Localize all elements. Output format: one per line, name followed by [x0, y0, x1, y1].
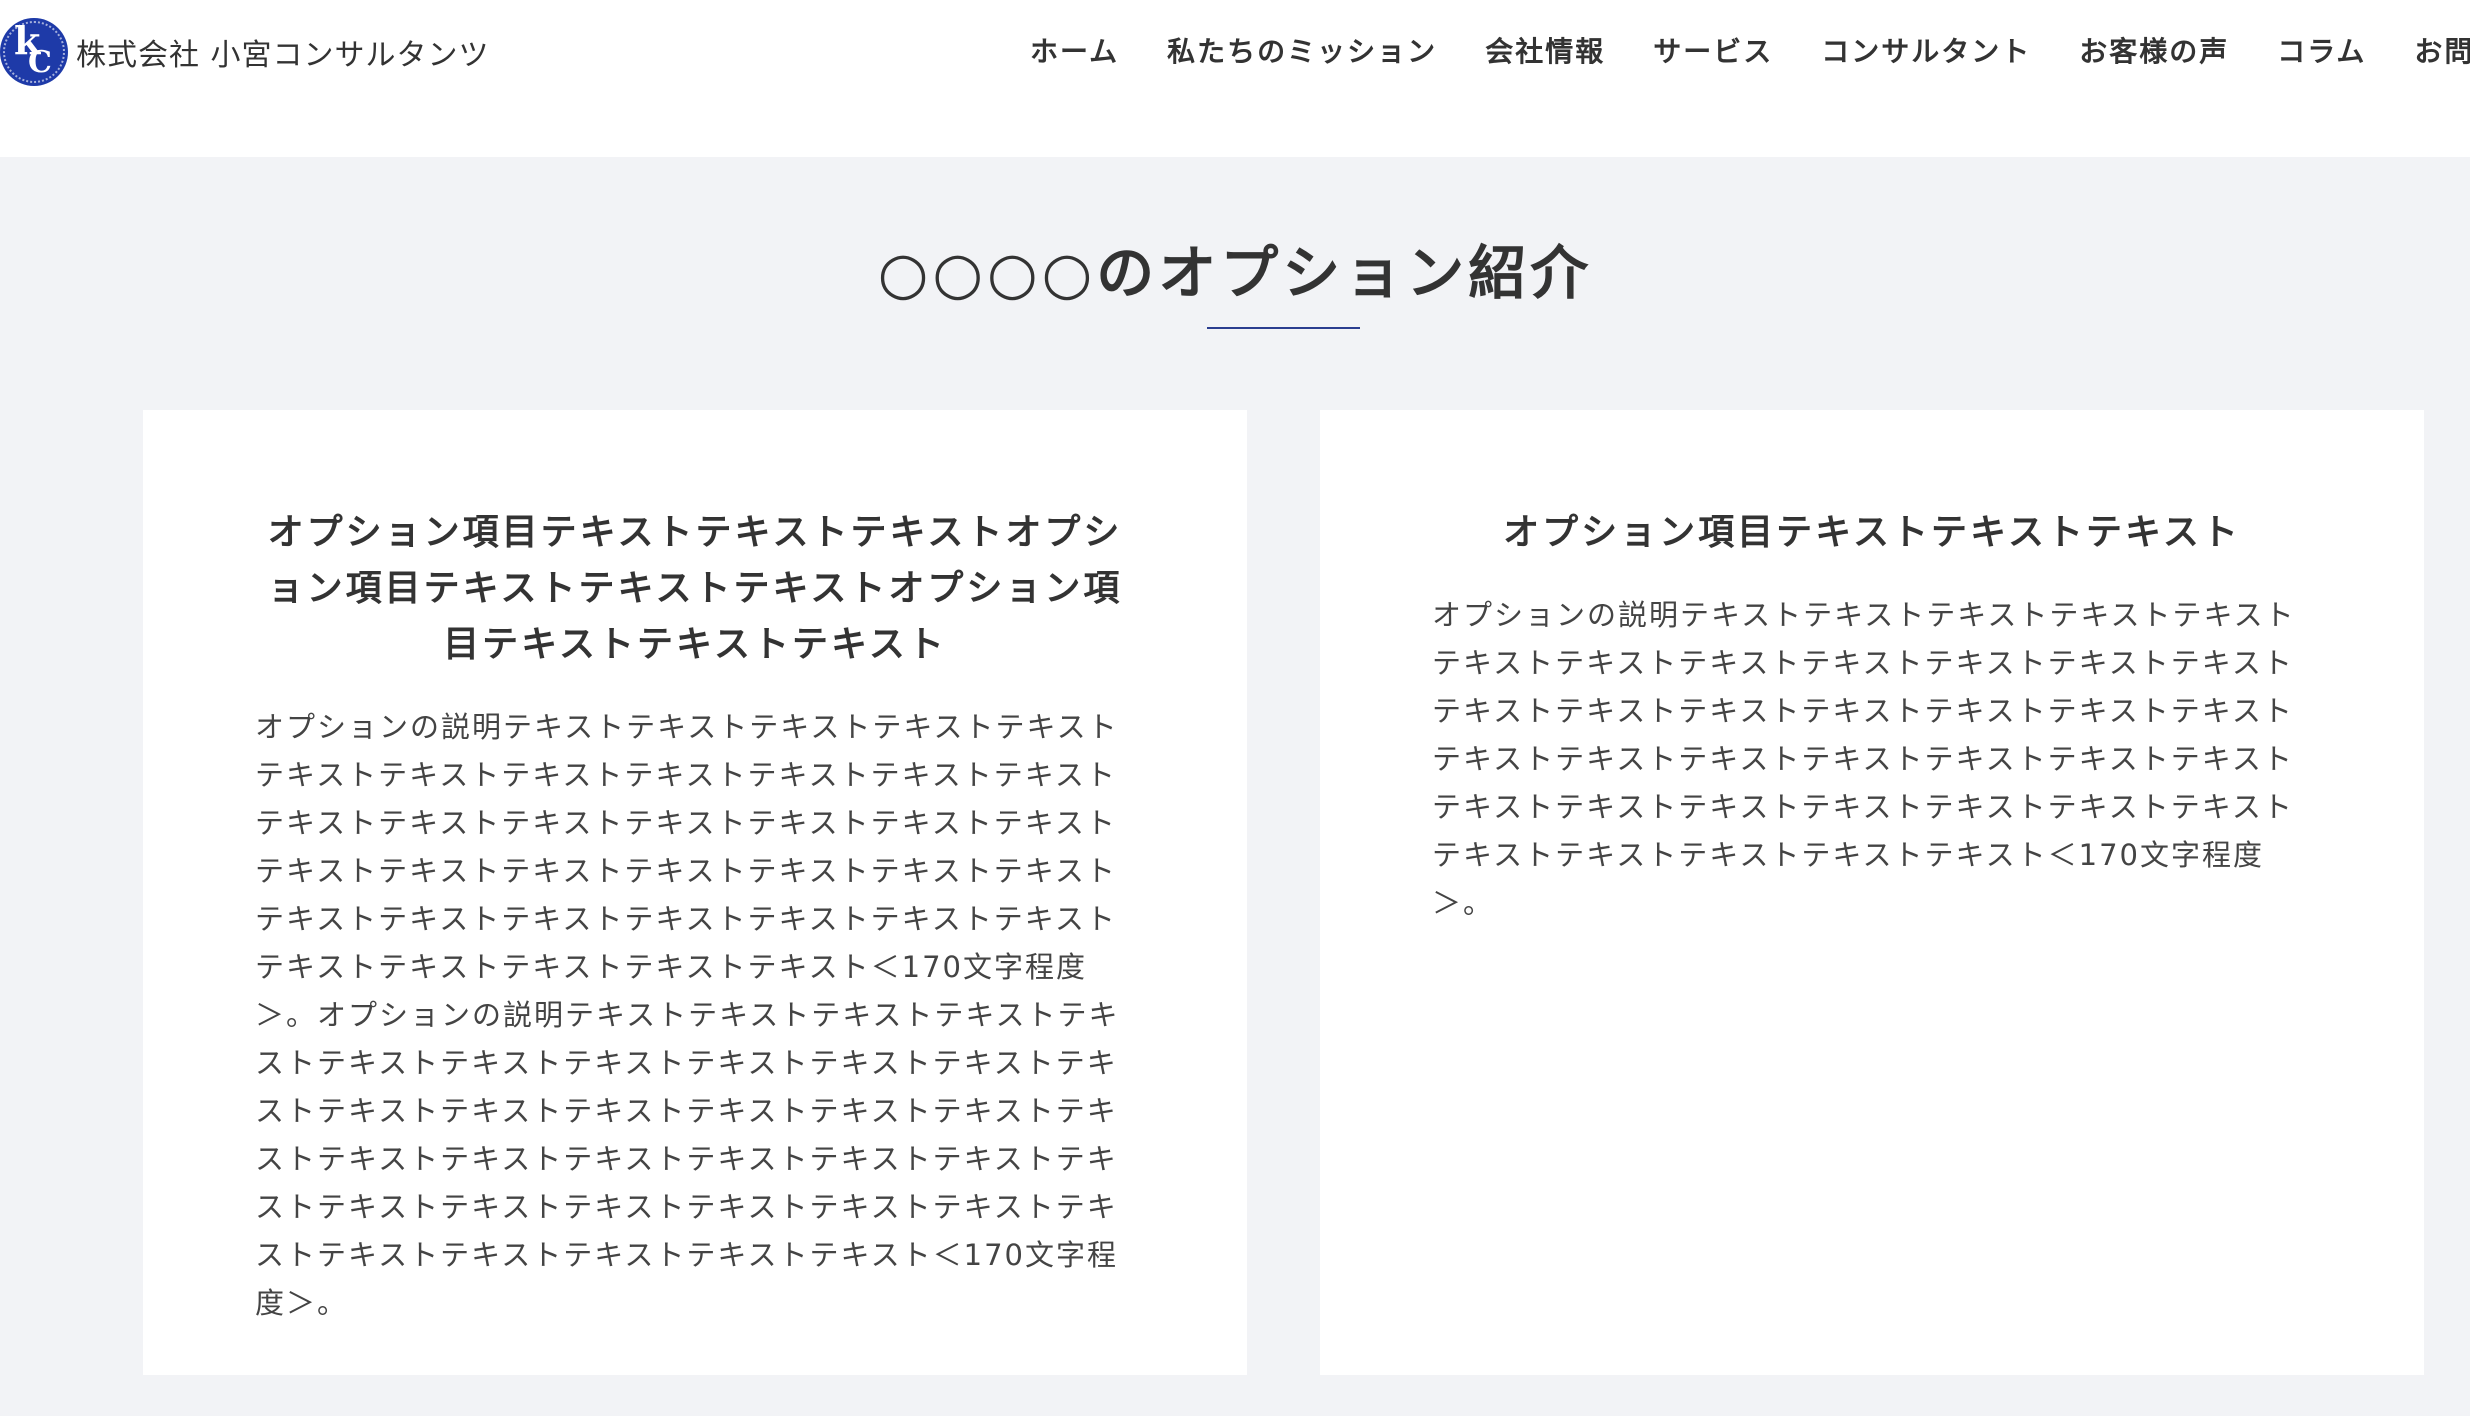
nav-home[interactable]: ホーム	[1030, 30, 1119, 70]
nav-contact[interactable]: お問い	[2414, 30, 2470, 70]
title-underline	[1207, 327, 1360, 329]
option-card-2: オプション項目テキストテキストテキスト オプションの説明テキストテキストテキスト…	[1320, 410, 2424, 1375]
nav-mission[interactable]: 私たちのミッション	[1167, 30, 1437, 70]
logo-mark-icon: k C	[0, 18, 68, 86]
nav-testimonials[interactable]: お客様の声	[2079, 30, 2229, 70]
option-card-title: オプション項目テキストテキストテキストオプション項目テキストテキストテキストオプ…	[267, 512, 1123, 665]
main-nav: ホーム 私たちのミッション 会社情報 サービス コンサルタント お客様の声 コラ…	[1030, 30, 2470, 70]
section-title: ○○○○のオプション紹介	[877, 238, 1593, 307]
option-card-title: オプション項目テキストテキストテキスト	[1503, 512, 2241, 553]
nav-company-info[interactable]: 会社情報	[1485, 30, 1605, 70]
options-section: ○○○○のオプション紹介 オプション項目テキストテキストテキストオプション項目テ…	[0, 157, 2470, 1416]
option-card-1: オプション項目テキストテキストテキストオプション項目テキストテキストテキストオプ…	[143, 410, 1247, 1375]
option-card-description: オプションの説明テキストテキストテキストテキストテキストテキストテキストテキスト…	[255, 709, 1120, 1320]
nav-column[interactable]: コラム	[2277, 30, 2366, 70]
company-name: 株式会社 小宮コンサルタンツ	[76, 38, 490, 73]
nav-consultants[interactable]: コンサルタント	[1821, 30, 2031, 70]
nav-services[interactable]: サービス	[1653, 30, 1773, 70]
site-header: k C 株式会社 小宮コンサルタンツ ホーム 私たちのミッション 会社情報 サー…	[0, 0, 2470, 157]
company-logo[interactable]: k C 株式会社 小宮コンサルタンツ	[0, 18, 490, 86]
option-card-description: オプションの説明テキストテキストテキストテキストテキストテキストテキストテキスト…	[1432, 597, 2296, 920]
logo-mark-c: C	[28, 45, 52, 80]
